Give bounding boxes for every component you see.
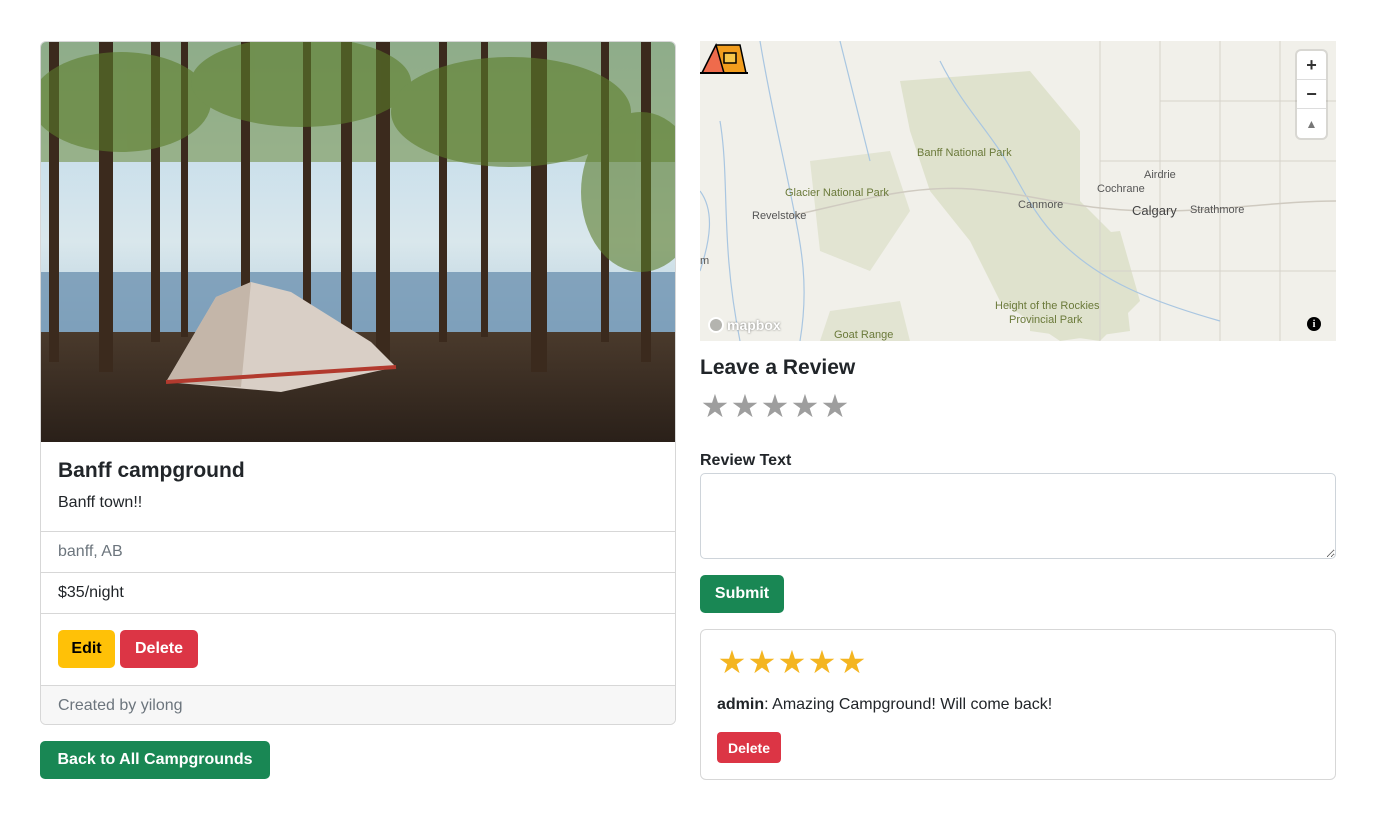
- campground-title: Banff campground: [58, 459, 245, 482]
- map-label-canmore: Canmore: [1018, 199, 1064, 211]
- star-rating-input[interactable]: ★ ★ ★ ★ ★: [700, 390, 850, 422]
- review-body: Amazing Campground! Will come back!: [768, 696, 1053, 713]
- map-controls: + − ▲: [1297, 51, 1326, 138]
- info-icon[interactable]: i: [1307, 317, 1321, 331]
- map-label-edge: m: [700, 255, 710, 267]
- card-body: Banff campground Banff town!!: [41, 442, 675, 532]
- map-label-height-rockies: Height of the Rockies: [995, 300, 1100, 312]
- star-icon: ★: [807, 644, 837, 680]
- map-label-revelstoke: Revelstoke: [752, 210, 807, 222]
- map-label-calgary: Calgary: [1132, 203, 1177, 218]
- review-text: admin: Amazing Campground! Will come bac…: [717, 696, 1052, 714]
- delete-review-button[interactable]: Delete: [717, 732, 781, 763]
- mapbox-logo-icon: [708, 317, 724, 333]
- mapbox-logo[interactable]: mapbox: [708, 317, 781, 333]
- review-text-label: Review Text: [700, 452, 792, 469]
- card-actions: Edit Delete: [41, 614, 675, 685]
- campground-price: $35/night: [41, 573, 675, 614]
- map-label-banff-np: Banff National Park: [917, 147, 1012, 159]
- campground-description: Banff town!!: [58, 494, 143, 511]
- star-icon[interactable]: ★: [820, 390, 850, 422]
- star-icon[interactable]: ★: [760, 390, 790, 422]
- review-rating: ★ ★ ★ ★ ★: [717, 646, 867, 678]
- review-card: ★ ★ ★ ★ ★ admin: Amazing Campground! Wil…: [700, 629, 1336, 780]
- map-label-airdrie: Airdrie: [1144, 169, 1176, 181]
- campground-photo: [41, 42, 675, 442]
- review-text-input[interactable]: [700, 473, 1336, 559]
- map-label-strathmore: Strathmore: [1190, 204, 1245, 216]
- map-label-cochrane: Cochrane: [1097, 183, 1145, 195]
- campground-location: banff, AB: [41, 532, 675, 573]
- map-label-glacier-np: Glacier National Park: [785, 187, 889, 199]
- map-label-goat-range: Goat Range: [834, 329, 894, 341]
- delete-campground-button[interactable]: Delete: [120, 630, 198, 668]
- leave-review-heading: Leave a Review: [700, 356, 856, 379]
- review-author: admin: [717, 696, 765, 713]
- star-icon: ★: [717, 644, 747, 680]
- tent-marker-icon[interactable]: [700, 41, 748, 75]
- star-icon[interactable]: ★: [790, 390, 820, 422]
- star-icon: ★: [747, 644, 777, 680]
- campground-card: Banff campground Banff town!! banff, AB …: [40, 41, 676, 725]
- star-icon[interactable]: ★: [700, 390, 730, 422]
- edit-button[interactable]: Edit: [58, 630, 115, 668]
- map-label-provincial-park: Provincial Park: [1009, 314, 1083, 326]
- star-icon[interactable]: ★: [730, 390, 760, 422]
- card-footer-author: Created by yilong: [41, 685, 675, 724]
- back-to-campgrounds-button[interactable]: Back to All Campgrounds: [40, 741, 270, 779]
- map[interactable]: Banff National Park Glacier National Par…: [700, 41, 1336, 341]
- star-icon: ★: [777, 644, 807, 680]
- zoom-out-button[interactable]: −: [1297, 80, 1326, 109]
- star-icon: ★: [837, 644, 867, 680]
- submit-review-button[interactable]: Submit: [700, 575, 784, 613]
- compass-icon[interactable]: ▲: [1297, 109, 1326, 138]
- zoom-in-button[interactable]: +: [1297, 51, 1326, 80]
- mapbox-logo-text: mapbox: [727, 317, 781, 333]
